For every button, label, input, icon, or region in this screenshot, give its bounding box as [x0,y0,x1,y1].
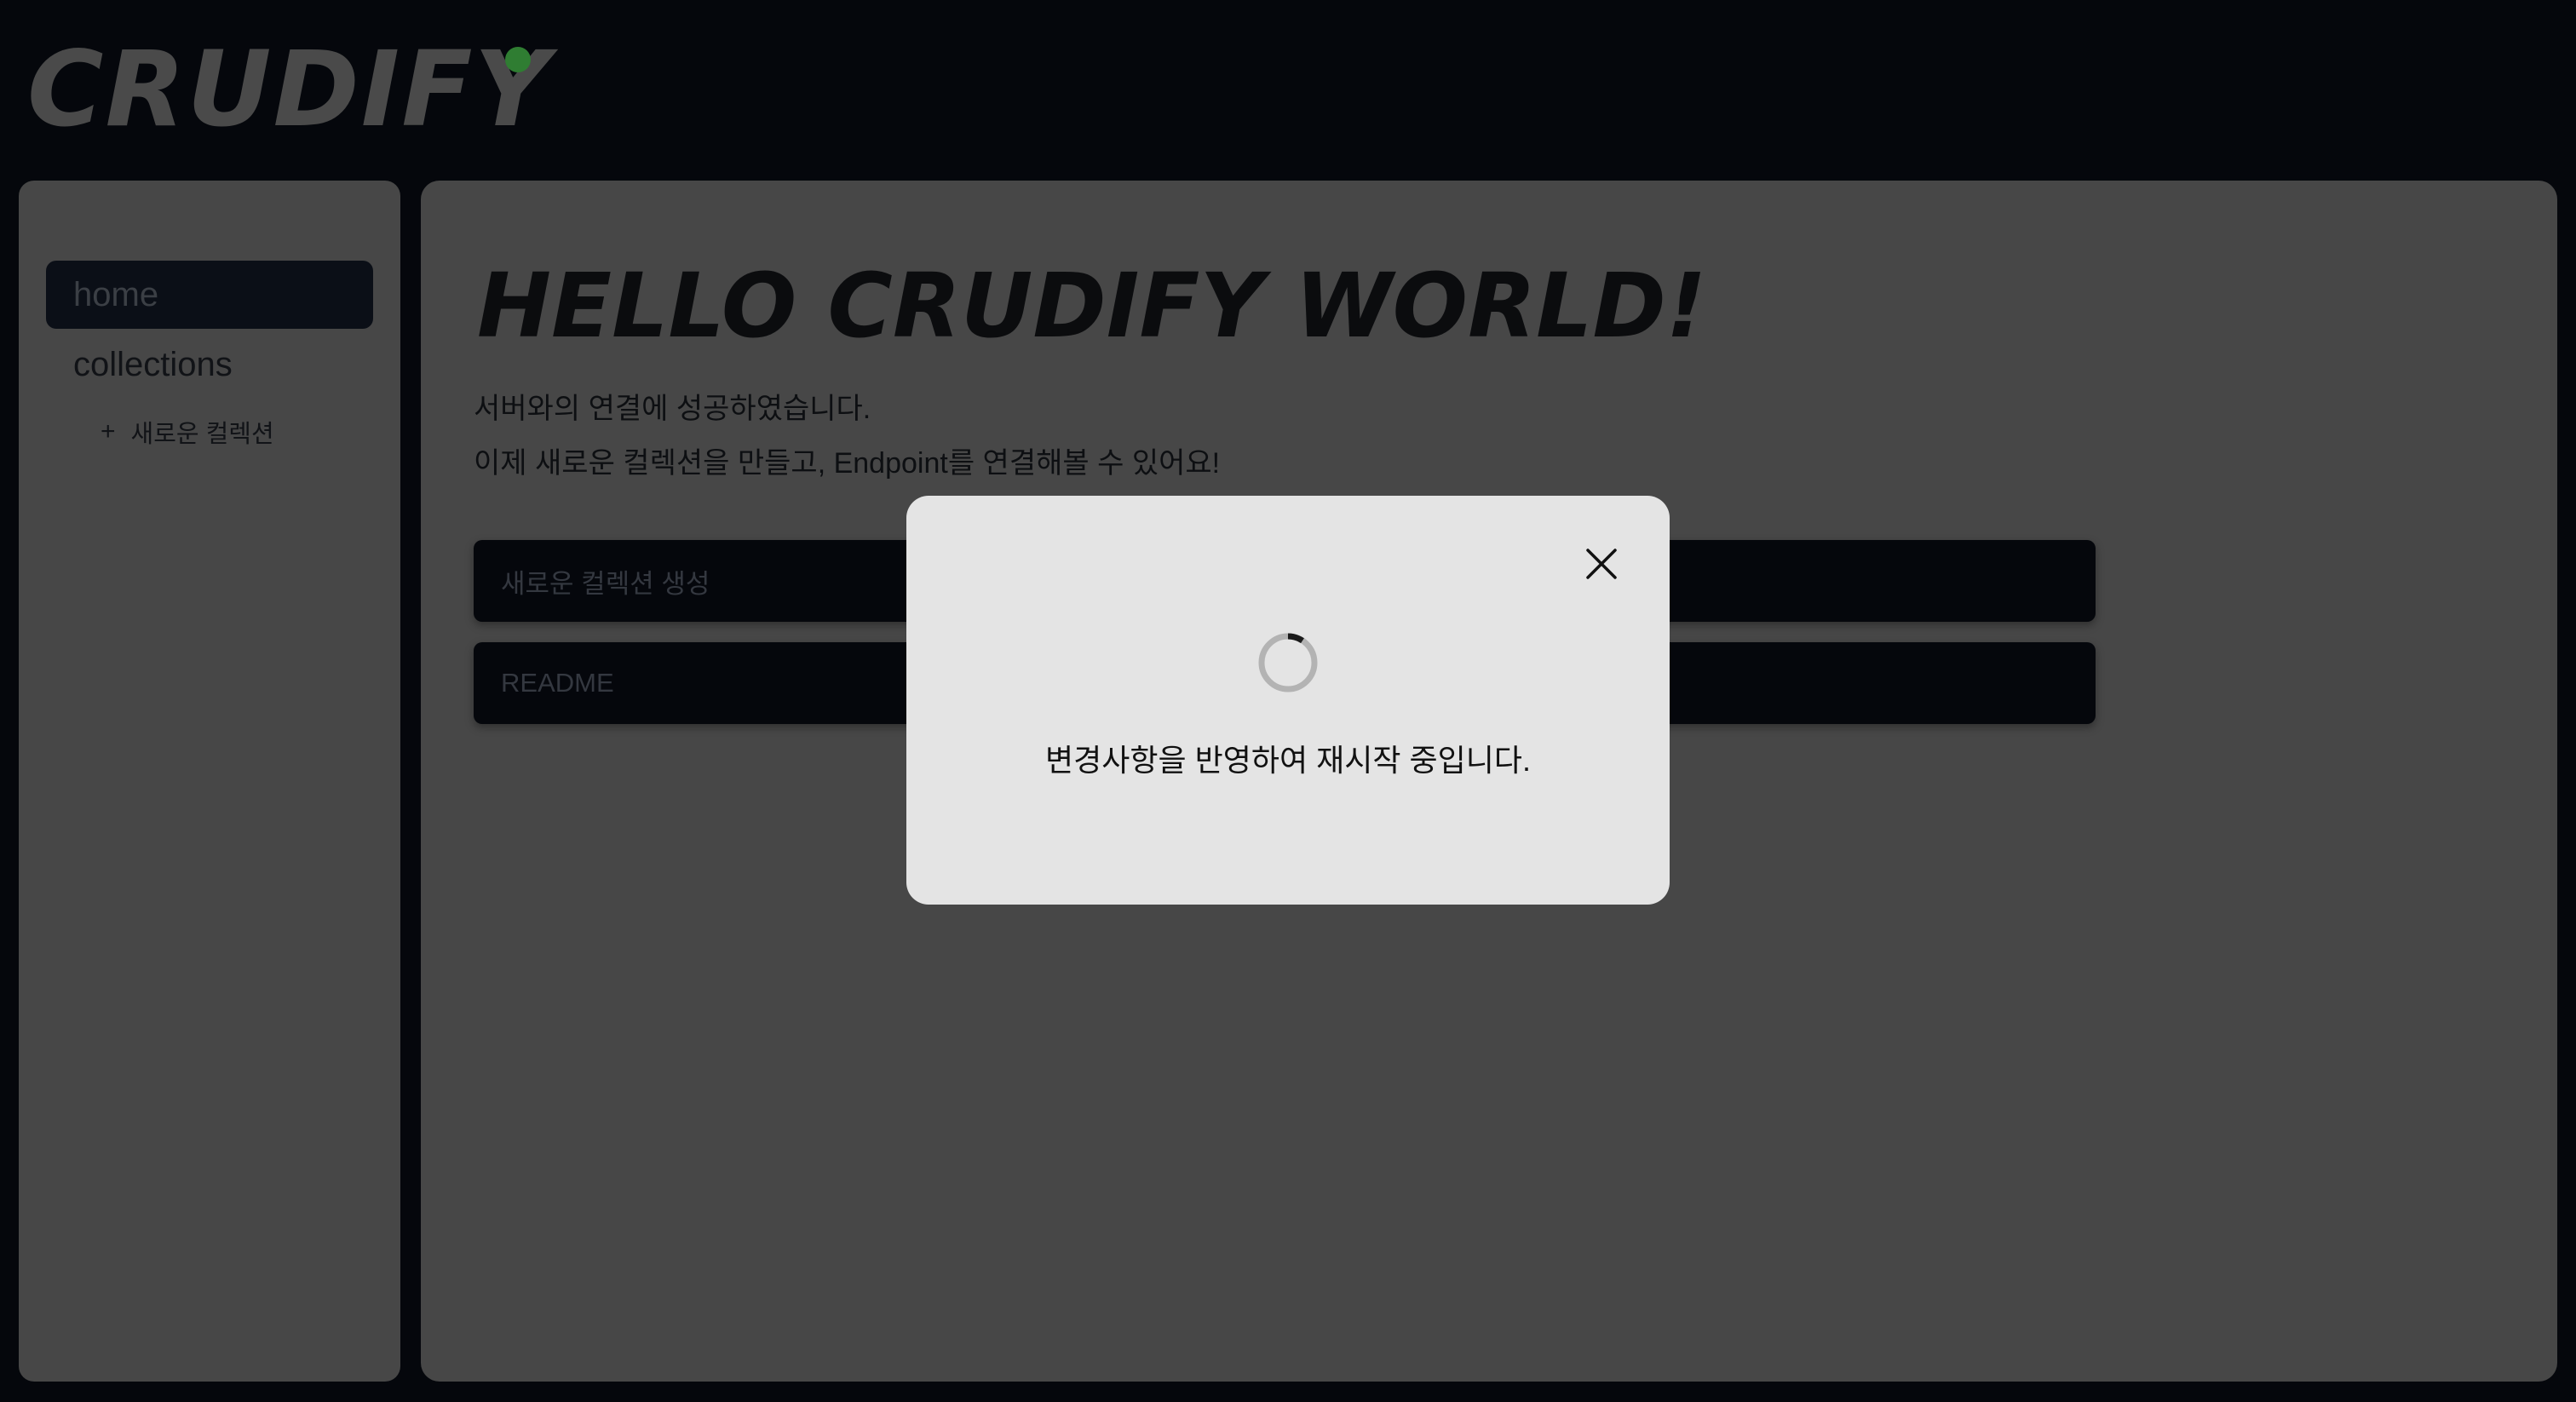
close-icon[interactable] [1581,543,1622,584]
sidebar: home collections + 새로운 컬렉션 [19,181,400,1382]
description-line-2: 이제 새로운 컬렉션을 만들고, Endpoint를 연결해볼 수 있어요! [474,447,1221,480]
logo: CRUDIFY [27,29,551,150]
modal-message: 변경사항을 반영하여 재시작 중입니다. [1045,743,1531,778]
plus-icon: + [101,417,116,445]
new-collection-label: 새로운 컬렉션 [130,421,274,448]
sidebar-item-home[interactable]: home [46,261,373,329]
restart-modal: 변경사항을 반영하여 재시작 중입니다. [906,496,1670,905]
loading-spinner-icon [1258,633,1318,692]
status-dot-icon [505,47,531,72]
top-bar: CRUDIFY [0,0,2576,179]
description-line-1: 서버와의 연결에 성공하였습니다. [474,393,871,425]
page-title: HELLO CRUDIFY WORLD! [477,254,1707,358]
app-window: CRUDIFY home collections + 새로운 컬렉션 HELLO… [0,0,2576,1402]
sidebar-item-collections[interactable]: collections [46,330,373,399]
new-collection-link[interactable]: + 새로운 컬렉션 [101,414,274,450]
